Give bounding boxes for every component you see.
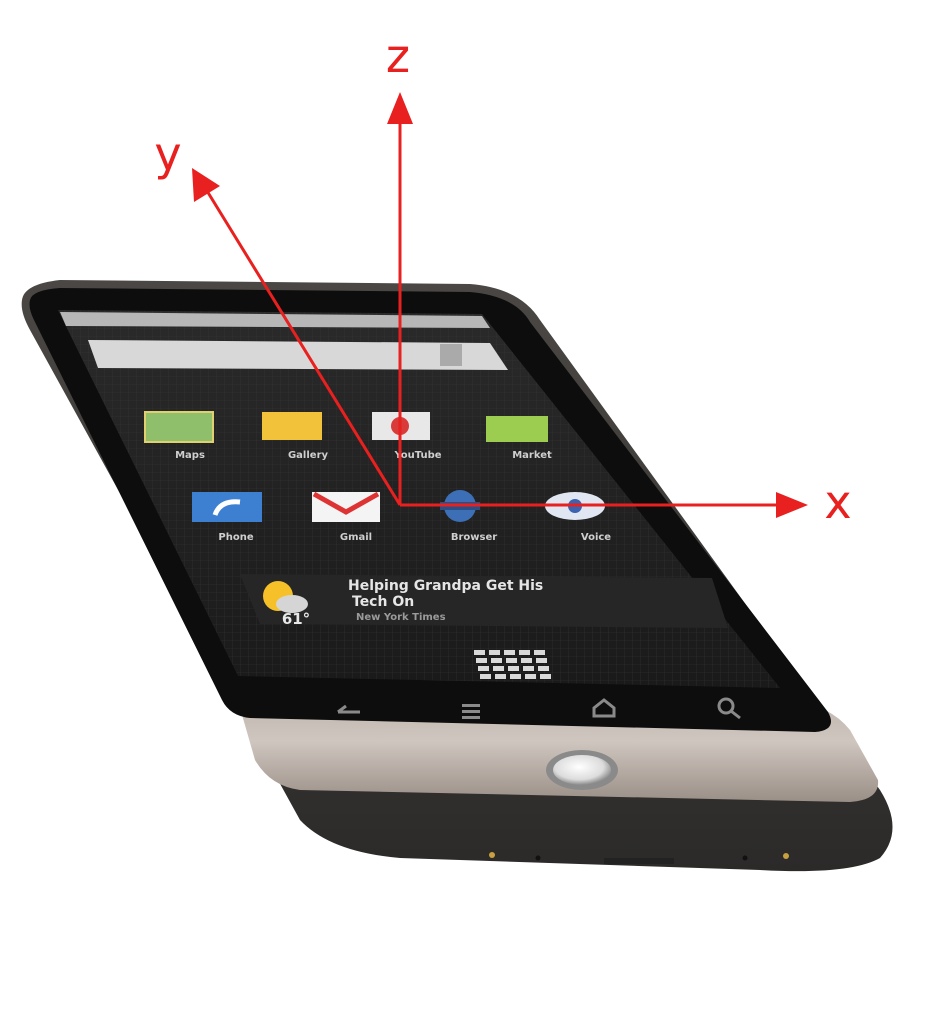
- app-label-browser: Browser: [451, 532, 497, 543]
- launcher-grid-dot: [519, 650, 530, 655]
- app-label-gallery: Gallery: [288, 450, 329, 461]
- z-axis-label: z: [386, 29, 410, 83]
- app-label-voice: Voice: [581, 532, 611, 543]
- y-axis-label: y: [154, 127, 181, 181]
- gallery-icon[interactable]: [262, 412, 322, 440]
- news-headline-line-2: Tech On: [352, 594, 414, 610]
- launcher-grid-dot: [525, 674, 536, 679]
- launcher-grid-dot: [523, 666, 534, 671]
- launcher-grid-dot: [478, 666, 489, 671]
- launcher-grid-dot: [506, 658, 517, 663]
- launcher-grid-dot: [510, 674, 521, 679]
- app-label-maps: Maps: [175, 450, 205, 461]
- launcher-grid-dot: [521, 658, 532, 663]
- maps-icon[interactable]: [144, 411, 214, 443]
- x-axis-label: x: [824, 475, 851, 529]
- news-weather-widget[interactable]: 61° Helping Grandpa Get His Tech On New …: [240, 574, 728, 628]
- menu-icon[interactable]: [462, 704, 480, 719]
- news-headline-line-1: Helping Grandpa Get His: [348, 578, 543, 594]
- launcher-grid-dot: [476, 658, 487, 663]
- launcher-grid-dot: [495, 674, 506, 679]
- launcher-grid-dot: [474, 650, 485, 655]
- launcher-grid-dot: [534, 650, 545, 655]
- launcher-grid-dot: [491, 658, 502, 663]
- news-source: New York Times: [356, 612, 446, 623]
- market-icon[interactable]: [486, 416, 548, 442]
- z-axis-arrowhead: [387, 92, 413, 124]
- x-axis-arrowhead: [776, 492, 808, 518]
- launcher-grid-dot: [508, 666, 519, 671]
- weather-temperature: 61°: [282, 610, 310, 628]
- launcher-grid-dot: [540, 674, 551, 679]
- app-label-gmail: Gmail: [340, 532, 372, 543]
- y-axis-arrowhead: [192, 168, 220, 202]
- phone: Maps Gallery YouTube Market Phone Gmail …: [21, 280, 893, 872]
- launcher-grid-dot: [489, 650, 500, 655]
- phone-app-icon[interactable]: [192, 492, 262, 522]
- phone-axes-diagram: Maps Gallery YouTube Market Phone Gmail …: [21, 29, 893, 872]
- launcher-grid-dot: [493, 666, 504, 671]
- launcher-grid-dot: [480, 674, 491, 679]
- launcher-grid-dot: [536, 658, 547, 663]
- voice-search-icon[interactable]: [440, 344, 462, 366]
- launcher-grid-dot: [538, 666, 549, 671]
- app-label-market: Market: [512, 450, 552, 461]
- app-label-phone: Phone: [218, 532, 253, 543]
- launcher-grid-dot: [504, 650, 515, 655]
